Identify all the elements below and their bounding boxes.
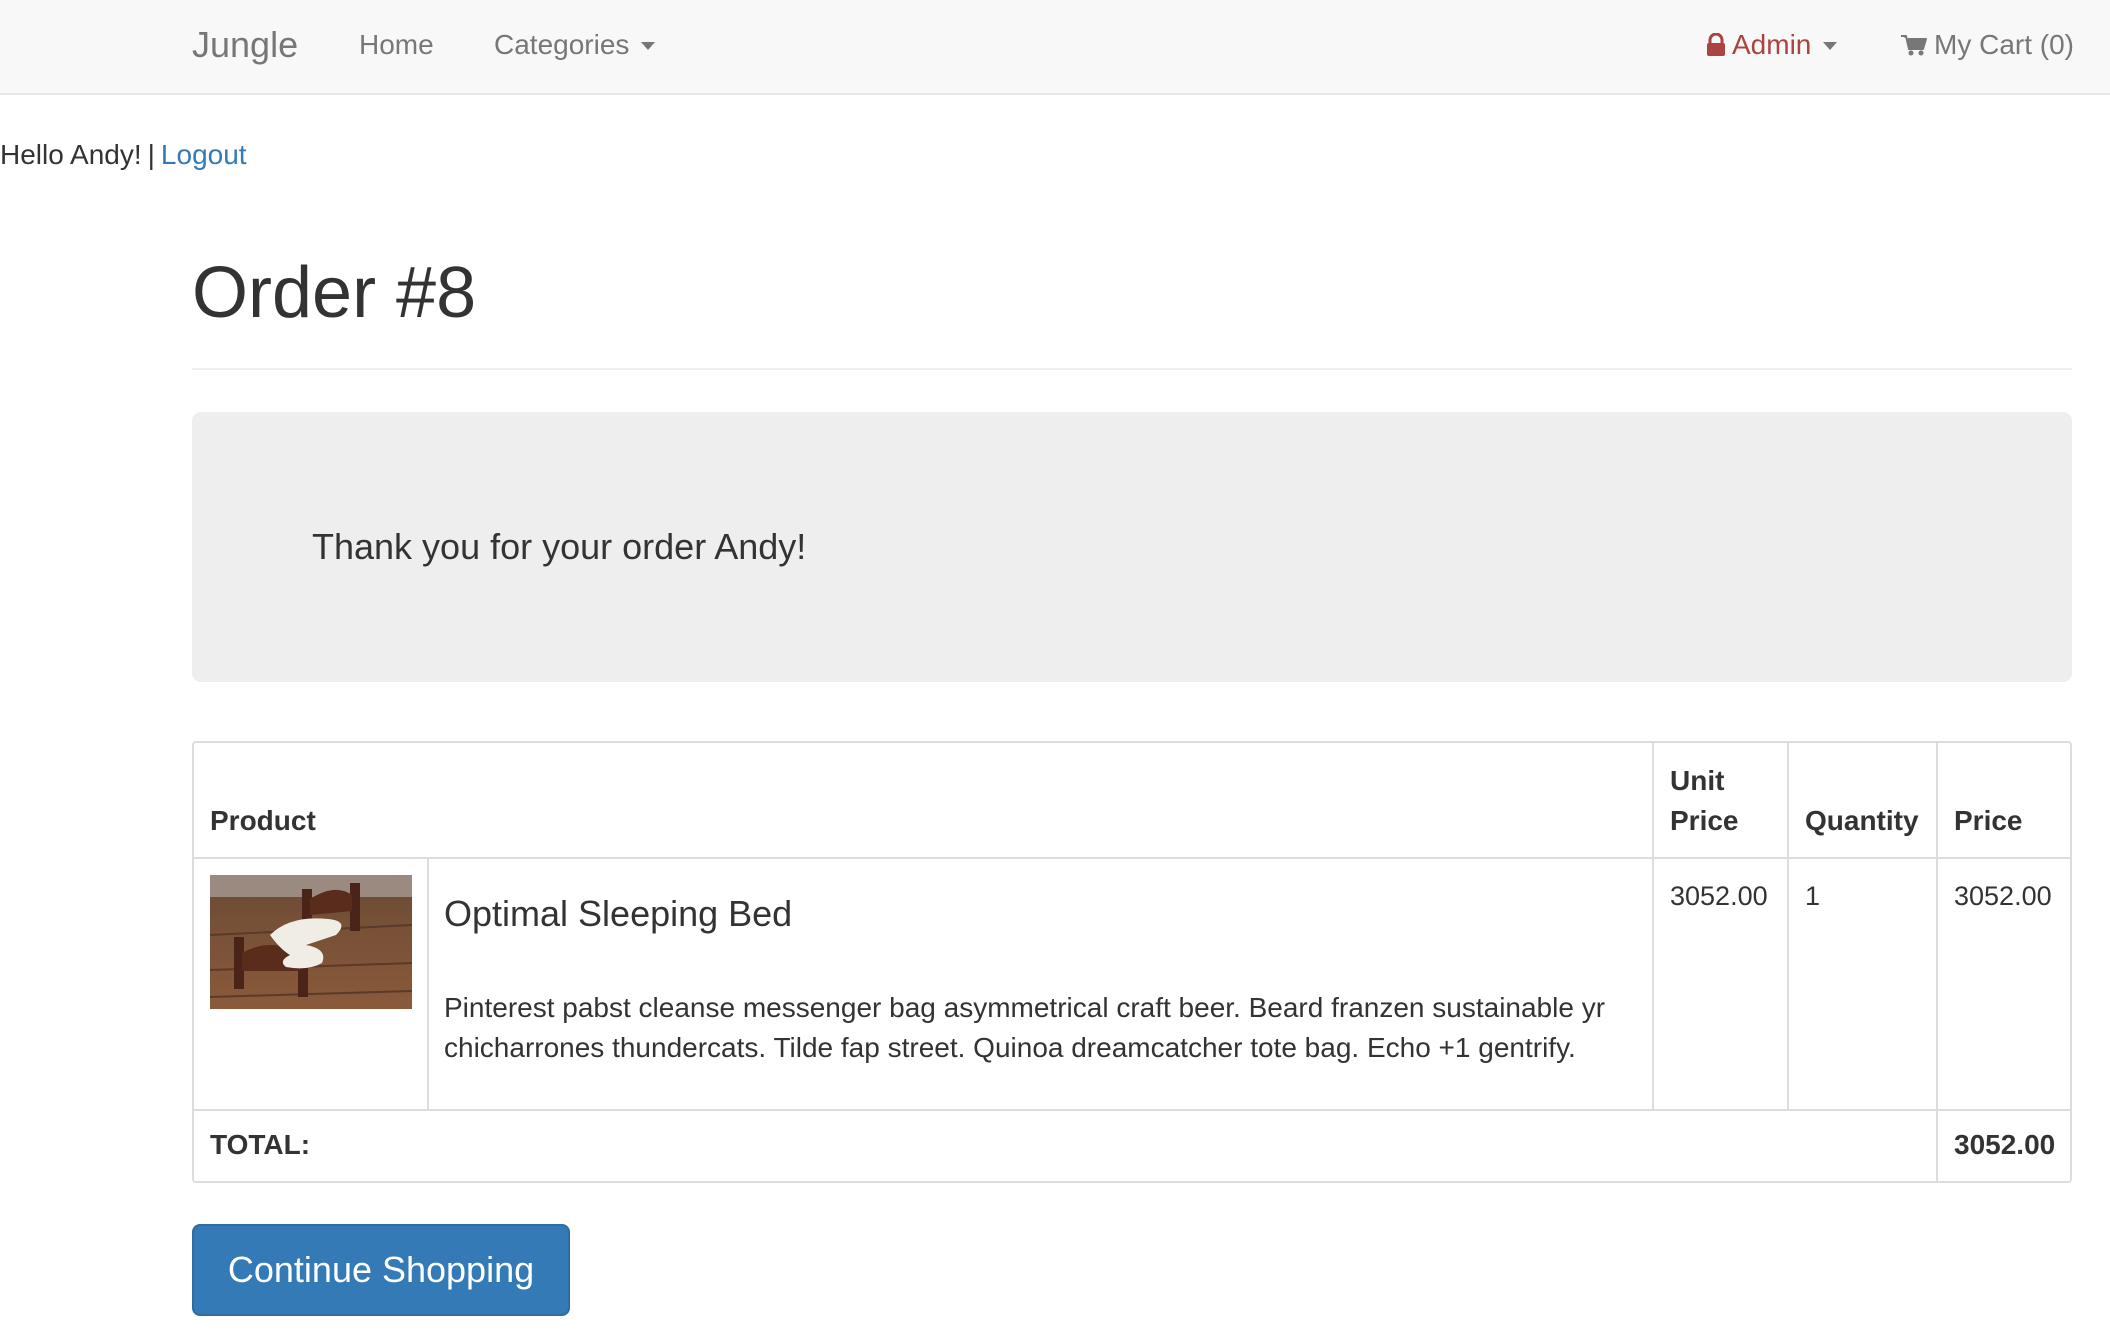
- thank-you-message: Thank you for your order Andy!: [312, 526, 807, 567]
- column-divider: [1936, 743, 1938, 1181]
- column-divider: [1787, 743, 1789, 1109]
- product-name: Optimal Sleeping Bed: [444, 893, 793, 934]
- chevron-down-icon: [1823, 42, 1838, 50]
- order-table: Product Unit Price Quantity Price Optima…: [192, 741, 2072, 1183]
- product-quantity: 1: [1805, 881, 1821, 911]
- nav-cart-label: My Cart (0): [1934, 29, 2074, 60]
- nav-categories-label: Categories: [494, 29, 630, 60]
- header-unit-price-line1: Unit: [1670, 765, 1725, 796]
- title-divider: [192, 368, 2072, 370]
- product-unit-price: 3052.00: [1670, 881, 1768, 911]
- product-description: Pinterest pabst cleanse messenger bag as…: [444, 992, 1606, 1063]
- nav-home-label: Home: [359, 29, 434, 60]
- logout-link[interactable]: Logout: [161, 139, 247, 170]
- column-divider: [1652, 743, 1654, 1109]
- nav-admin-dropdown[interactable]: Admin: [1706, 26, 1838, 64]
- shopping-cart-icon: [1901, 35, 1927, 56]
- bed-image-icon: [210, 875, 412, 1009]
- chevron-down-icon: [641, 42, 656, 50]
- greeting-separator: |: [147, 139, 155, 170]
- product-price: 3052.00: [1954, 881, 2052, 911]
- user-greeting: Hello Andy! | Logout: [0, 136, 247, 174]
- continue-shopping-button[interactable]: Continue Shopping: [192, 1224, 570, 1316]
- header-quantity: Quantity: [1805, 805, 1919, 836]
- total-row-divider: [194, 1109, 2070, 1111]
- nav-home-link[interactable]: Home: [359, 26, 434, 64]
- brand-logo-link[interactable]: Jungle: [192, 22, 298, 68]
- nav-admin-label: Admin: [1732, 29, 1812, 60]
- nav-categories-dropdown[interactable]: Categories: [494, 26, 656, 64]
- product-image[interactable]: [210, 875, 412, 1009]
- column-divider: [427, 857, 429, 1109]
- total-value: 3052.00: [1954, 1129, 2056, 1160]
- nav-cart-link[interactable]: My Cart (0): [1900, 26, 2074, 64]
- header-price: Price: [1954, 805, 2023, 836]
- page-title: Order #8: [192, 253, 477, 333]
- top-navbar: Jungle Home Categories Admin My Cart (0): [0, 0, 2110, 95]
- header-product: Product: [210, 805, 316, 836]
- header-unit-price-line2: Price: [1670, 805, 1739, 836]
- total-label: TOTAL:: [210, 1129, 311, 1160]
- greeting-text: Hello Andy!: [0, 139, 142, 170]
- order-confirmation-panel: Thank you for your order Andy!: [192, 412, 2072, 682]
- lock-icon: [1707, 33, 1725, 56]
